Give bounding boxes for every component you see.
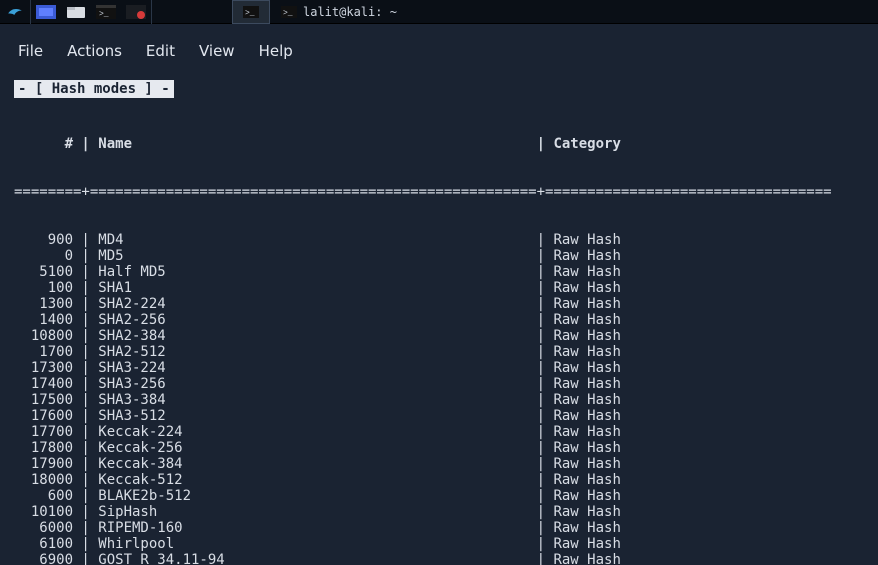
table-header-row: # | Name | Category [14,136,878,152]
workspace-icon [36,5,56,19]
table-row: 17700 | Keccak-224 | Raw Hash [14,424,878,440]
table-row: 10100 | SipHash | Raw Hash [14,504,878,520]
table-row: 0 | MD5 | Raw Hash [14,248,878,264]
menu-edit[interactable]: Edit [146,42,175,60]
table-divider: ========+===============================… [14,184,878,200]
table-row: 1700 | SHA2-512 | Raw Hash [14,344,878,360]
table-row: 1400 | SHA2-256 | Raw Hash [14,312,878,328]
taskbar-app-generic[interactable] [121,0,151,24]
taskbar-files[interactable] [61,0,91,24]
table-row: 17400 | SHA3-256 | Raw Hash [14,376,878,392]
table-row: 900 | MD4 | Raw Hash [14,232,878,248]
table-row: 6000 | RIPEMD-160 | Raw Hash [14,520,878,536]
taskbar-workspace-1[interactable] [31,0,61,24]
menu-file[interactable]: File [18,42,43,60]
svg-text:>_: >_ [99,10,109,19]
taskbar: >_ >_ >_ lalit@kali: ~ [0,0,878,24]
table-row: 17500 | SHA3-384 | Raw Hash [14,392,878,408]
taskbar-separator [151,0,152,24]
table-row: 6900 | GOST R 34.11-94 | Raw Hash [14,552,878,565]
terminal-icon: >_ [243,6,259,18]
taskbar-window-label: lalit@kali: ~ [303,5,397,19]
menu-view[interactable]: View [199,42,235,60]
table-row: 17900 | Keccak-384 | Raw Hash [14,456,878,472]
terminal-icon: >_ [281,6,297,18]
app-icon [126,5,146,19]
table-row: 17800 | Keccak-256 | Raw Hash [14,440,878,456]
taskbar-terminal-launcher[interactable]: >_ [91,0,121,24]
terminal-small-icon: >_ [96,5,116,19]
table-row: 18000 | Keccak-512 | Raw Hash [14,472,878,488]
taskbar-window-terminal-active[interactable]: >_ [232,0,270,24]
svg-text:>_: >_ [245,9,255,18]
table-row: 6100 | Whirlpool | Raw Hash [14,536,878,552]
files-icon [66,5,86,19]
table-row: 5100 | Half MD5 | Raw Hash [14,264,878,280]
table-body: 900 | MD4 | Raw Hash 0 | MD5 | Raw Hash … [14,232,878,565]
terminal-menubar: File Actions Edit View Help [0,24,878,72]
table-row: 17600 | SHA3-512 | Raw Hash [14,408,878,424]
kali-menu-button[interactable] [0,0,30,24]
menu-actions[interactable]: Actions [67,42,122,60]
table-row: 600 | BLAKE2b-512 | Raw Hash [14,488,878,504]
section-header-hash-modes: - [ Hash modes ] - [14,80,174,98]
table-row: 10800 | SHA2-384 | Raw Hash [14,328,878,344]
table-row: 17300 | SHA3-224 | Raw Hash [14,360,878,376]
terminal-output: # | Name | Category ========+===========… [0,104,878,565]
table-row: 100 | SHA1 | Raw Hash [14,280,878,296]
menu-help[interactable]: Help [259,42,293,60]
table-row: 1300 | SHA2-224 | Raw Hash [14,296,878,312]
taskbar-window-terminal-title[interactable]: >_ lalit@kali: ~ [270,0,408,24]
kali-dragon-icon [6,3,24,21]
svg-text:>_: >_ [283,9,293,18]
